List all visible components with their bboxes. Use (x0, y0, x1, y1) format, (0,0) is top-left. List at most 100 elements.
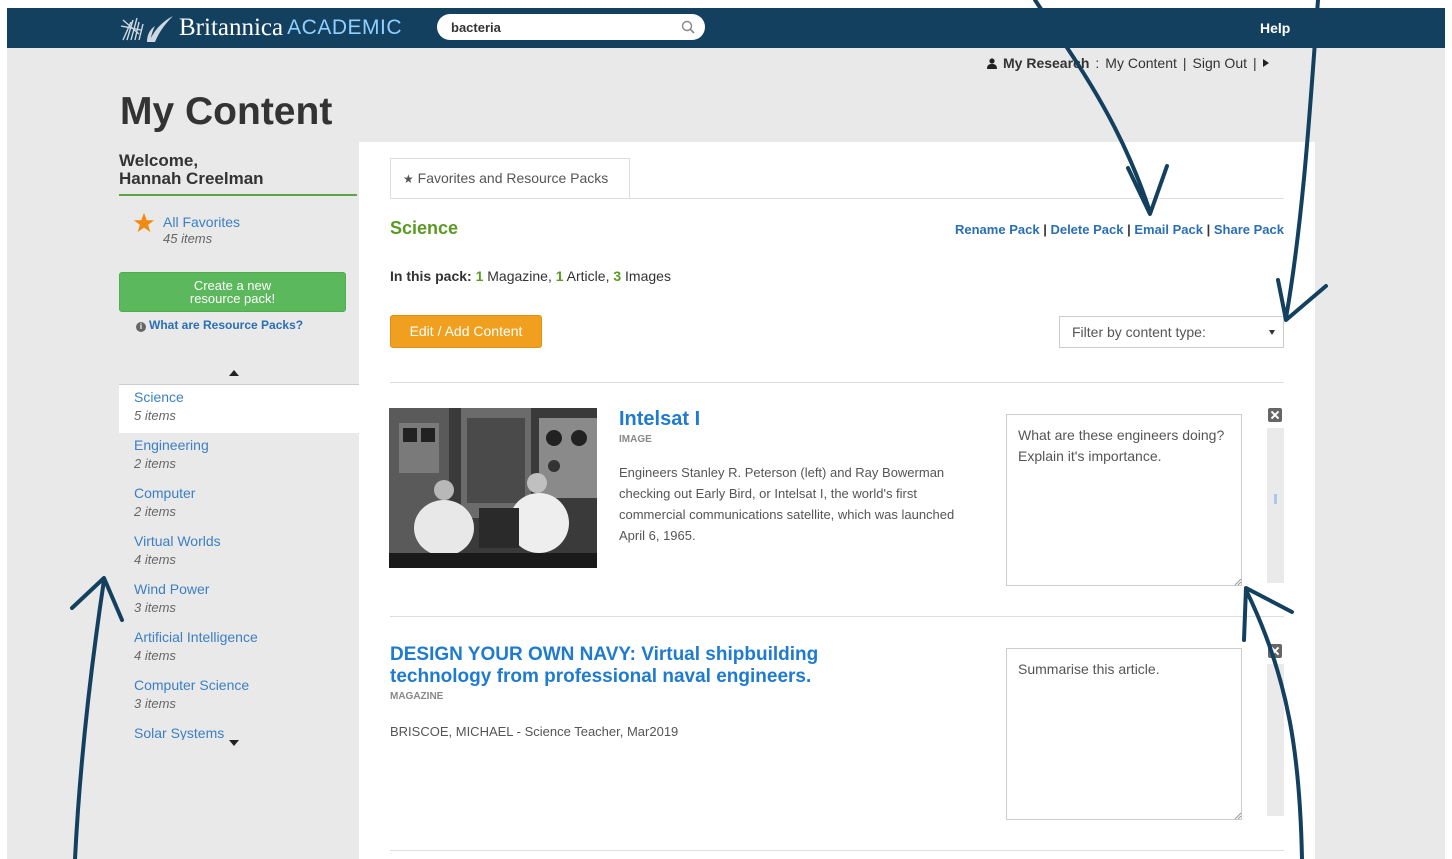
resize-grip-icon[interactable] (1234, 812, 1242, 820)
article-count: 1 (555, 268, 564, 284)
separator: | (1206, 222, 1211, 237)
account-nav: My Research : My Content | Sign Out | (987, 55, 1269, 71)
item-description: Engineers Stanley R. Peterson (left) and… (619, 465, 955, 543)
pack-actions: Rename Pack | Delete Pack | Email Pack |… (955, 222, 1284, 237)
main-panel: ★ Favorites and Resource Packs Science R… (359, 142, 1315, 859)
sidebar-item-computer[interactable]: Computer 2 items (119, 481, 359, 529)
pack-name: Artificial Intelligence (134, 629, 258, 645)
app-frame: Britannica ACADEMIC Help My Research : M… (7, 8, 1445, 859)
sign-out-link[interactable]: Sign Out (1193, 55, 1247, 71)
item-title-link[interactable]: Intelsat I (619, 408, 700, 430)
pack-name: Engineering (134, 437, 209, 453)
welcome-user-name: Hannah Creelman (119, 169, 264, 188)
pack-count: 3 items (134, 600, 176, 615)
search-input[interactable] (451, 19, 681, 35)
pack-count: 3 items (134, 696, 176, 711)
sidebar-item-artificial-intelligence[interactable]: Artificial Intelligence 4 items (119, 625, 359, 673)
item-type: MAGAZINE (390, 691, 444, 702)
pack-summary: In this pack: 1 Magazine, 1 Article, 3 I… (390, 268, 671, 284)
search-icon[interactable] (681, 20, 695, 34)
article-label: Article, (566, 268, 610, 284)
magazine-count: 1 (475, 268, 484, 284)
sidebar: Welcome, Hannah Creelman All Favorites 4… (119, 152, 359, 746)
engineers-photo (389, 408, 597, 568)
pack-count: 2 items (134, 504, 176, 519)
separator: | (1127, 222, 1131, 237)
pack-name: Virtual Worlds (134, 533, 221, 549)
pack-count: 4 items (134, 648, 176, 663)
resize-grip-icon[interactable] (1234, 578, 1242, 586)
account-colon: : (1095, 55, 1100, 71)
note-textarea[interactable]: What are these engineers doing? Explain … (1006, 414, 1242, 586)
what-are-packs-label: What are Resource Packs? (149, 318, 304, 332)
logo-subtitle: ACADEMIC (287, 16, 402, 39)
welcome-heading: Welcome, Hannah Creelman (119, 152, 357, 196)
item-meta: BRISCOE, MICHAEL - Science Teacher, Mar2… (390, 724, 679, 739)
britannica-thistle-icon (120, 16, 173, 42)
scroll-thumb[interactable] (1274, 494, 1277, 504)
filter-content-type-select[interactable]: Filter by content type: (1059, 316, 1284, 348)
item-title-line: DESIGN YOUR OWN NAVY: Virtual shipbuildi… (390, 644, 819, 665)
help-link[interactable]: Help (1260, 20, 1290, 36)
pack-list: Science 5 items Engineering 2 items Comp… (119, 384, 359, 740)
pack-count: 4 items (134, 552, 176, 567)
item-type: IMAGE (619, 434, 652, 445)
item-title-link[interactable]: DESIGN YOUR OWN NAVY: Virtual shipbuildi… (390, 644, 818, 688)
pack-count: 2 items (134, 456, 176, 471)
britannica-logo[interactable]: Britannica ACADEMIC (119, 12, 402, 44)
page-title: My Content (120, 90, 333, 133)
magazine-label: Magazine, (487, 268, 552, 284)
close-icon[interactable] (1268, 644, 1282, 658)
caret-right-icon[interactable] (1262, 59, 1269, 67)
my-content-link[interactable]: My Content (1105, 55, 1177, 71)
top-bar: Britannica ACADEMIC Help (7, 8, 1445, 48)
sidebar-item-science[interactable]: Science 5 items (119, 385, 359, 433)
pack-title: Science (390, 218, 459, 238)
tab-label: Favorites and Resource Packs (417, 170, 609, 186)
chevron-down-icon (1269, 330, 1275, 335)
info-icon: i (136, 322, 146, 332)
note-scrollbar[interactable] (1267, 664, 1284, 816)
note-textarea[interactable]: Summarise this article. (1006, 648, 1242, 820)
intelsat-image[interactable] (389, 408, 597, 568)
all-favorites[interactable]: All Favorites 45 items (133, 212, 240, 248)
item-divider (390, 616, 1284, 617)
user-icon (987, 57, 997, 69)
delete-pack-link[interactable]: Delete Pack (1050, 222, 1123, 237)
create-pack-label-line2: resource pack! (189, 291, 276, 306)
caret-down-icon[interactable] (229, 740, 239, 746)
what-are-packs-link[interactable]: i What are Resource Packs? (136, 318, 303, 332)
filter-label: Filter by content type: (1072, 324, 1206, 340)
pack-name: Solar Systems (134, 725, 225, 740)
all-favorites-count: 45 items (163, 231, 213, 246)
sidebar-item-engineering[interactable]: Engineering 2 items (119, 433, 359, 481)
item-divider (390, 850, 1284, 851)
sidebar-item-computer-science[interactable]: Computer Science 3 items (119, 673, 359, 721)
sidebar-item-virtual-worlds[interactable]: Virtual Worlds 4 items (119, 529, 359, 577)
search-box[interactable] (437, 14, 705, 40)
all-favorites-link[interactable]: All Favorites (163, 214, 240, 230)
pack-name: Science (134, 389, 184, 405)
image-count: 3 (613, 268, 622, 284)
sidebar-item-solar-systems[interactable]: Solar Systems (119, 721, 359, 740)
my-research-link[interactable]: My Research (1003, 55, 1089, 71)
logo-text: Britannica (179, 14, 284, 41)
rename-pack-link[interactable]: Rename Pack (955, 222, 1040, 237)
pack-count: 5 items (134, 408, 176, 423)
separator: | (1182, 55, 1187, 71)
sidebar-item-wind-power[interactable]: Wind Power 3 items (119, 577, 359, 625)
star-icon: ★ (403, 172, 414, 186)
pack-name: Computer Science (134, 677, 250, 693)
item-divider (390, 382, 1284, 383)
item-title-line: technology from professional naval engin… (390, 666, 812, 687)
email-pack-link[interactable]: Email Pack (1134, 222, 1203, 237)
caret-up-icon[interactable] (229, 370, 239, 376)
summary-label: In this pack: (390, 268, 472, 284)
create-pack-button[interactable]: Create a new resource pack! (119, 272, 346, 312)
edit-add-content-button[interactable]: Edit / Add Content (390, 315, 542, 348)
close-icon[interactable] (1268, 408, 1282, 422)
tab-favorites-and-resource-packs[interactable]: ★ Favorites and Resource Packs (390, 158, 630, 198)
note-scrollbar[interactable] (1267, 428, 1284, 583)
share-pack-link[interactable]: Share Pack (1214, 222, 1284, 237)
separator: | (1253, 55, 1257, 71)
